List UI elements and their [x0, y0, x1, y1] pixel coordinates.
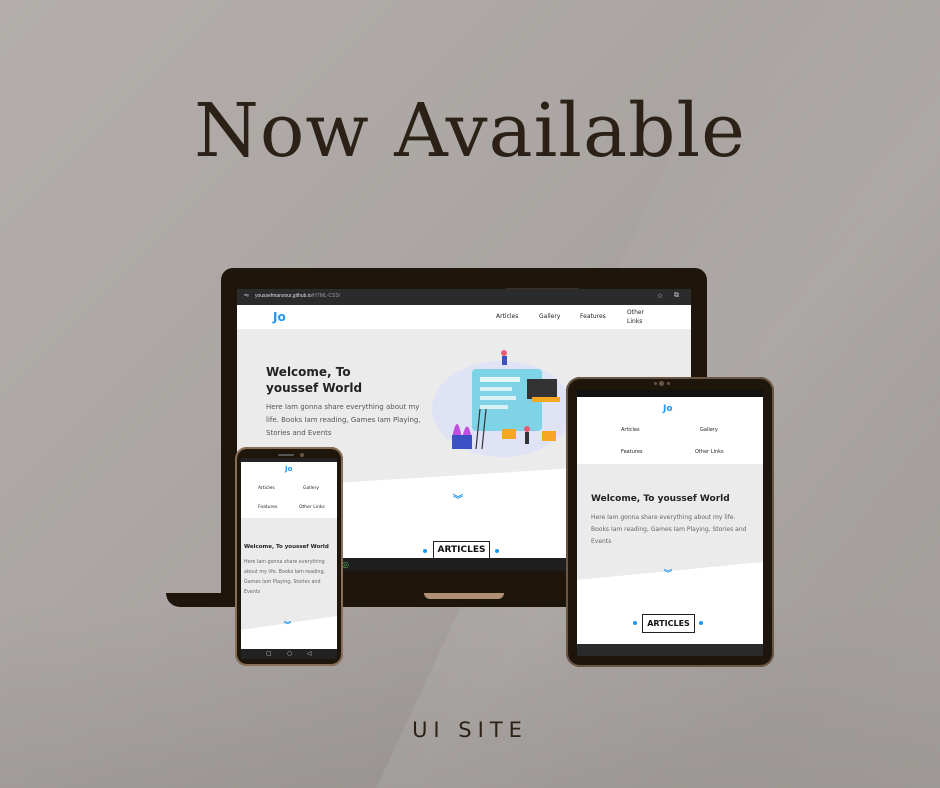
nav-features[interactable]: Features — [621, 449, 643, 455]
hero-text: Here Iam gonna share everything about my… — [591, 514, 747, 545]
nav-other-links[interactable]: Other Links — [627, 308, 645, 326]
section-dot-left — [423, 549, 427, 553]
nav-features[interactable]: Features — [580, 313, 606, 320]
phone-speaker — [278, 454, 294, 456]
address-url[interactable]: youssefmansour.github.io/HTML-CSS/ — [255, 293, 340, 299]
tablet-sensor — [654, 382, 657, 385]
section-dot-right — [699, 621, 703, 625]
phone-site: Jo Articles Gallery Features Other Links… — [241, 458, 337, 659]
site-settings-icon[interactable]: ⇋ — [244, 292, 249, 299]
home-icon[interactable]: ○ — [287, 650, 292, 657]
scroll-down-icon[interactable]: ︾ — [664, 568, 672, 579]
nav-articles[interactable]: Articles — [621, 427, 640, 433]
section-dot-left — [633, 621, 637, 625]
site-header: Jo Articles Gallery Features Other Links — [237, 305, 691, 329]
tablet-sensor — [667, 382, 670, 385]
section-title-articles: ARTICLES — [433, 541, 490, 558]
hero-title: Welcome, To youssef World — [591, 494, 730, 504]
nav-gallery[interactable]: Gallery — [303, 486, 319, 491]
hero-illustration — [432, 350, 572, 457]
star-icon[interactable]: ☆ — [657, 292, 663, 300]
section-title-articles: ARTICLES — [642, 614, 695, 633]
nav-articles[interactable]: Articles — [258, 486, 275, 491]
nav-features[interactable]: Features — [258, 505, 277, 510]
nav-gallery[interactable]: Gallery — [539, 313, 560, 320]
site-logo[interactable]: Jo — [663, 404, 673, 414]
hero-section: Welcome, To youssef World Here Iam gonna… — [241, 518, 337, 630]
recent-apps-icon[interactable]: ▢ — [266, 650, 272, 657]
back-icon[interactable]: ◁ — [307, 650, 312, 657]
nav-other-links[interactable]: Other Links — [299, 505, 325, 510]
hero-title: Welcome, To youssef World — [244, 544, 329, 550]
extension-icon[interactable]: ⧉ — [674, 292, 679, 300]
laptop-notch — [424, 593, 504, 599]
tablet-camera — [659, 381, 664, 386]
tablet-bottom-bar — [577, 644, 763, 656]
nav-gallery[interactable]: Gallery — [700, 427, 718, 433]
background-bottom-shade — [0, 600, 940, 788]
tablet-site: Jo Articles Gallery Features Other Links… — [577, 390, 763, 656]
scroll-down-icon[interactable]: ︾ — [453, 491, 463, 506]
hero-title: Welcome, To youssef World — [266, 365, 363, 395]
phone-status-bar — [241, 458, 337, 462]
whatsapp-icon[interactable]: ◎ — [342, 560, 349, 569]
tagline: UI SITE — [412, 718, 528, 742]
nav-articles[interactable]: Articles — [496, 313, 518, 320]
nav-other-links[interactable]: Other Links — [695, 449, 724, 455]
tablet-status-bar — [577, 390, 763, 397]
phone-camera — [300, 453, 304, 457]
site-logo[interactable]: Jo — [273, 310, 286, 324]
section-dot-right — [495, 549, 499, 553]
phone-nav-bar: ▢ ○ ◁ — [241, 649, 337, 659]
headline: Now Available — [194, 88, 746, 174]
hero-section: Welcome, To youssef World Here Iam gonna… — [577, 464, 763, 580]
site-logo[interactable]: Jo — [285, 465, 292, 473]
hero-text: Here Iam gonna share everything about my… — [266, 403, 421, 437]
browser-address-bar[interactable]: ⇋ youssefmansour.github.io/HTML-CSS/ ☆ ⧉ — [237, 289, 691, 305]
hero-text: Here Iam gonna share everything about my… — [244, 560, 326, 595]
scroll-down-icon[interactable]: ︾ — [284, 620, 291, 630]
